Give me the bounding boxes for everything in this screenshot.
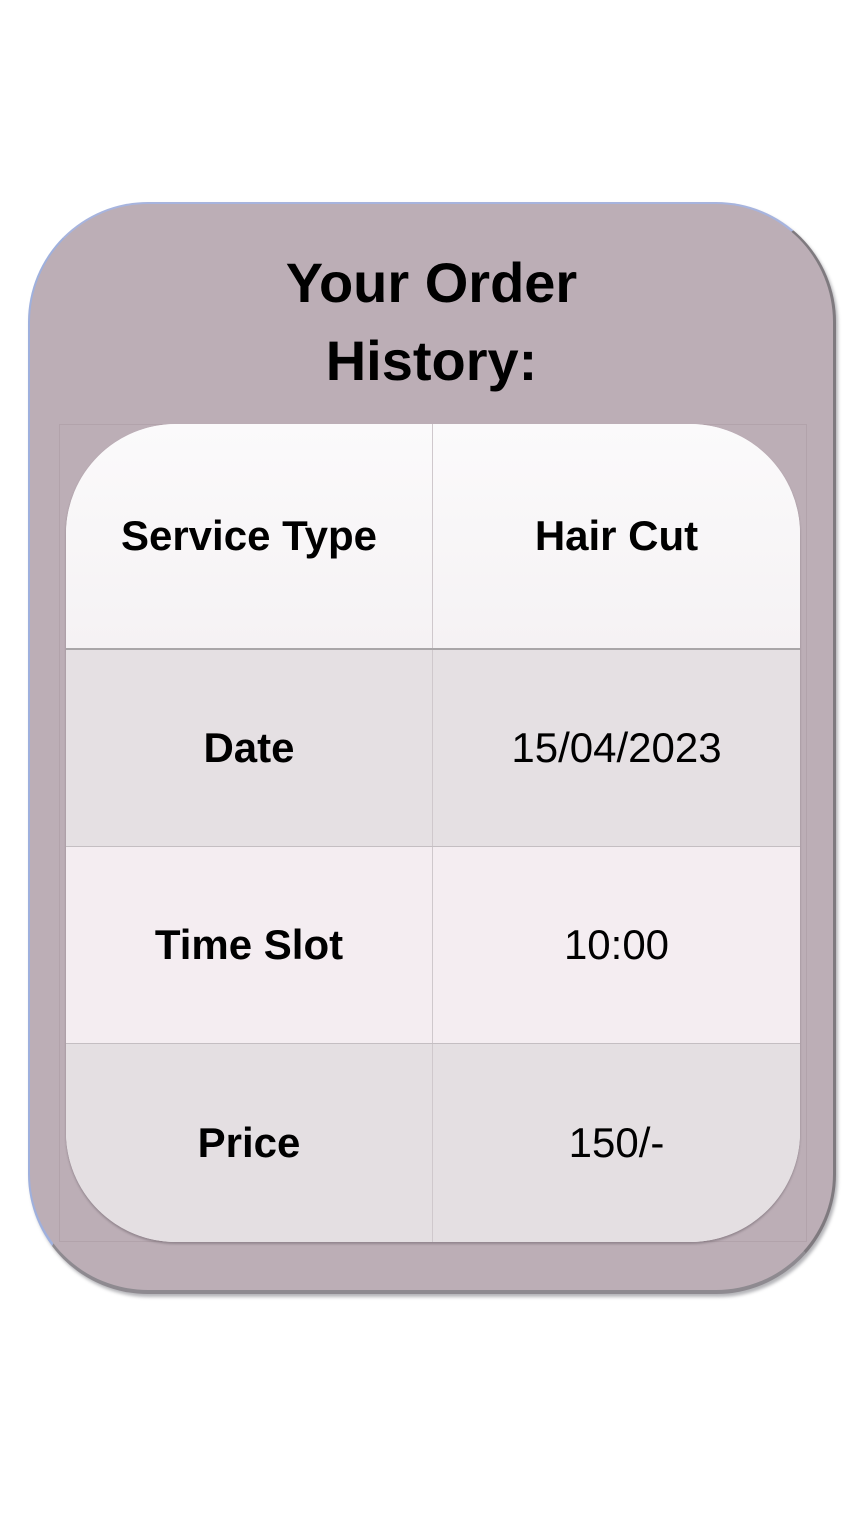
table-row-price: Price 150/- [66, 1044, 800, 1242]
page-title-line-1: Your Order [285, 251, 578, 314]
price-value: 150/- [568, 1119, 665, 1166]
table-row-date: Date 15/04/2023 [66, 650, 800, 847]
page-title: Your Order History: [30, 244, 833, 400]
service-type-label: Service Type [66, 424, 433, 648]
service-type-value: Hair Cut [534, 512, 699, 559]
date-value: 15/04/2023 [511, 724, 722, 771]
order-history-card: Your Order History: Service Type Hair Cu… [28, 202, 836, 1294]
table-row-time-slot: Time Slot 10:00 [66, 847, 800, 1044]
order-details-table: Service Type Hair Cut Date 15/04/2023 Ti… [66, 424, 800, 1242]
time-slot-label: Time Slot [66, 847, 433, 1043]
price-label: Price [66, 1044, 433, 1242]
table-row-service-type: Service Type Hair Cut [66, 424, 800, 650]
date-label: Date [66, 650, 433, 846]
time-slot-value: 10:00 [563, 921, 670, 968]
page-title-line-2: History: [325, 329, 538, 392]
